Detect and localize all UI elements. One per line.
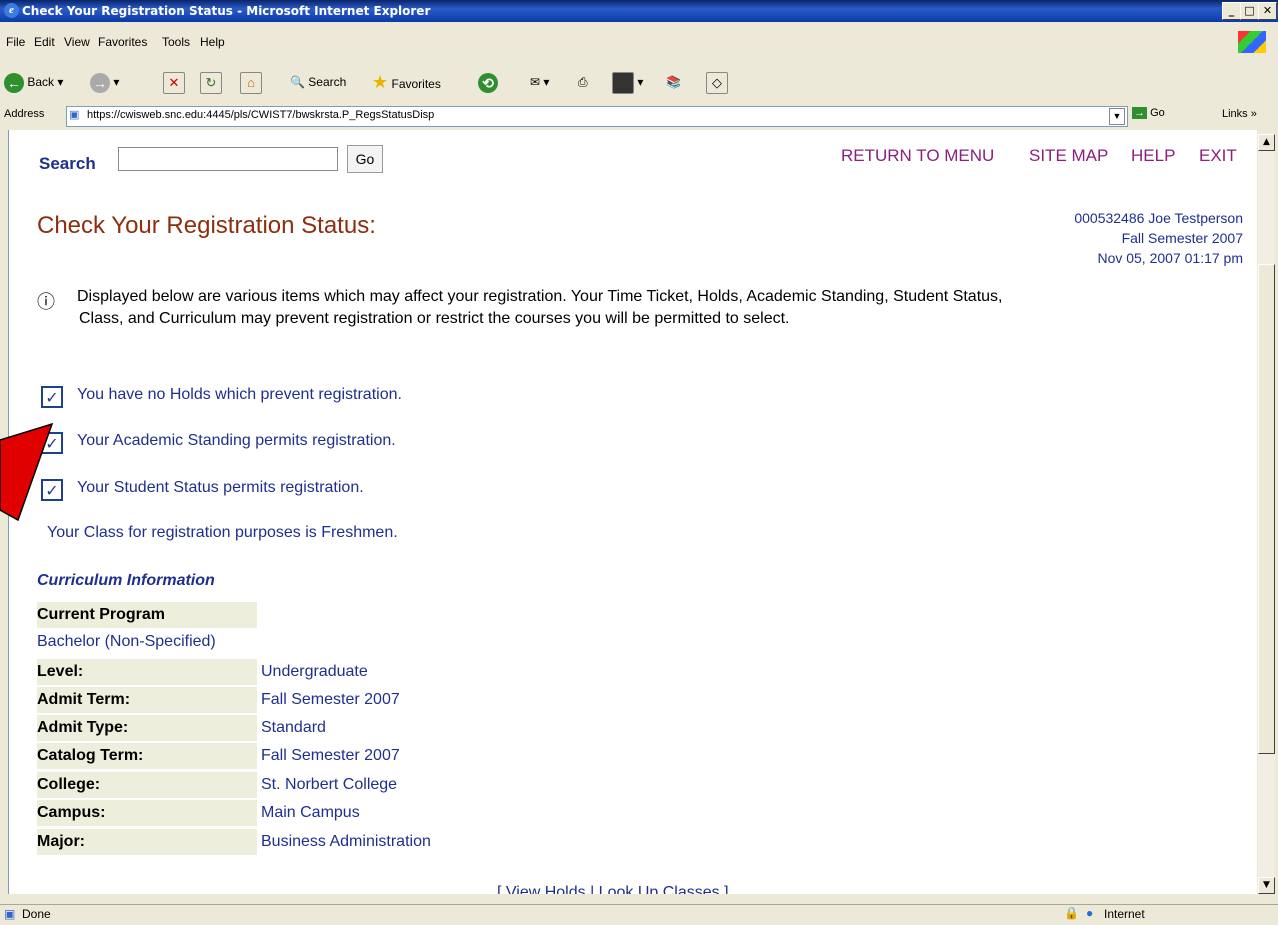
exit-link[interactable]: EXIT (1199, 146, 1237, 166)
info-text-line2: Class, and Curriculum may prevent regist… (79, 310, 790, 327)
help-link[interactable]: HELP (1131, 146, 1175, 166)
admit-type-value: Standard (261, 719, 326, 736)
academic-standing-status: Your Academic Standing permits registrat… (77, 432, 396, 449)
level-label: Level: (37, 659, 257, 685)
holds-status: You have no Holds which prevent registra… (77, 386, 402, 403)
scroll-up-arrow-icon[interactable]: ▲ (1258, 134, 1275, 151)
admit-type-label: Admit Type: (37, 715, 257, 741)
window-title-bar[interactable]: e Check Your Registration Status - Micro… (0, 0, 1278, 22)
admit-term-value: Fall Semester 2007 (261, 691, 400, 708)
zone-text: Internet (1104, 907, 1145, 921)
curriculum-heading: Curriculum Information (37, 572, 215, 589)
class-status: Your Class for registration purposes is … (47, 524, 398, 541)
menu-view[interactable]: View (64, 35, 90, 49)
term-info: Fall Semester 2007 (1121, 230, 1243, 246)
page-content: Search Go RETURN TO MENU SITE MAP HELP E… (8, 130, 1257, 894)
links-button[interactable]: Links » (1222, 108, 1257, 120)
go-arrow-icon: → (1132, 107, 1147, 119)
stop-icon: ✕ (163, 71, 185, 94)
menu-bar: File Edit View Favorites Tools Help (0, 31, 1278, 57)
search-icon: 🔍 (290, 75, 305, 89)
return-to-menu-link[interactable]: RETURN TO MENU (841, 146, 994, 166)
major-label: Major: (37, 829, 257, 855)
history-button[interactable]: ⟲ (478, 70, 498, 94)
mail-button[interactable]: ✉ ▾ (530, 70, 549, 94)
history-icon: ⟲ (478, 72, 498, 93)
star-icon: ★ (372, 72, 389, 92)
search-label: Search (39, 154, 96, 173)
refresh-button[interactable]: ↻ (200, 70, 222, 94)
red-arrow-annotation (0, 422, 54, 522)
favorites-button[interactable]: ★ Favorites (372, 70, 441, 94)
address-label: Address (4, 108, 45, 120)
info-text-line1: Displayed below are various items which … (77, 288, 1003, 305)
globe-icon: ● (1086, 906, 1094, 920)
menu-edit[interactable]: Edit (34, 35, 55, 49)
toolbar: ← Back ▾ → ▾ ✕ ↻ ⌂ 🔍 Search ★ Favorites … (0, 60, 1278, 100)
level-value: Undergraduate (261, 663, 368, 680)
home-button[interactable]: ⌂ (240, 70, 262, 94)
address-url: https://cwisweb.snc.edu:4445/pls/CWIST7/… (87, 109, 435, 121)
back-button[interactable]: ← Back ▾ (4, 70, 63, 94)
program-value: Bachelor (Non-Specified) (37, 633, 216, 650)
go-button[interactable]: → Go (1132, 107, 1165, 119)
search-button[interactable]: 🔍 Search (290, 70, 346, 94)
info-icon: ⓘ (37, 292, 55, 312)
menu-help[interactable]: Help (200, 35, 225, 49)
address-bar: Address ▣ https://cwisweb.snc.edu:4445/p… (0, 104, 1278, 128)
print-button[interactable]: ⎙ (578, 70, 588, 94)
lock-icon: 🔒 (1064, 906, 1079, 920)
vertical-scrollbar[interactable]: ▲ ▼ (1258, 134, 1275, 894)
windows-logo-icon (1238, 31, 1266, 53)
menu-file[interactable]: File (6, 35, 25, 49)
student-status: Your Student Status permits registration… (77, 479, 364, 496)
page-icon: ▣ (69, 109, 80, 121)
site-map-link[interactable]: SITE MAP (1029, 146, 1108, 166)
window-title: Check Your Registration Status - Microso… (22, 4, 431, 18)
edit-icon (612, 71, 634, 94)
scrollbar-thumb[interactable] (1258, 264, 1275, 754)
status-text: Done (22, 907, 51, 921)
forward-arrow-icon: → (90, 72, 110, 93)
campus-label: Campus: (37, 800, 257, 826)
stop-button[interactable]: ✕ (163, 70, 185, 94)
scroll-down-arrow-icon[interactable]: ▼ (1258, 877, 1275, 894)
admit-term-label: Admit Term: (37, 687, 257, 713)
ie-icon: e (4, 3, 19, 18)
back-arrow-icon: ← (4, 72, 24, 93)
forward-button[interactable]: → ▾ (90, 70, 119, 94)
close-button[interactable]: ✕ (1258, 2, 1277, 20)
major-value: Business Administration (261, 833, 431, 850)
college-label: College: (37, 772, 257, 798)
page-title: Check Your Registration Status: (37, 212, 376, 239)
campus-value: Main Campus (261, 804, 360, 821)
date-info: Nov 05, 2007 01:17 pm (1097, 250, 1243, 266)
home-icon: ⌂ (240, 71, 262, 94)
mail-icon: ✉ (530, 75, 541, 89)
print-icon: ⎙ (578, 75, 588, 89)
minimize-button[interactable]: _ (1222, 2, 1241, 20)
menu-favorites[interactable]: Favorites (98, 35, 147, 49)
search-go-button[interactable]: Go (347, 145, 383, 173)
search-input[interactable] (118, 147, 338, 171)
user-info: 000532486 Joe Testperson (1074, 210, 1243, 226)
menu-tools[interactable]: Tools (162, 35, 190, 49)
status-bar: ▣ Done 🔒 ● Internet (0, 904, 1278, 925)
bottom-links[interactable]: [ View Holds | Look Up Classes ] (497, 884, 729, 894)
research-button[interactable]: 📚 (666, 70, 681, 94)
messenger-button[interactable]: ◇ (706, 70, 728, 94)
catalog-term-label: Catalog Term: (37, 743, 257, 769)
address-dropdown-icon[interactable]: ▼ (1109, 108, 1125, 125)
college-value: St. Norbert College (261, 776, 398, 793)
page-icon: ▣ (4, 907, 16, 921)
address-input[interactable]: ▣ https://cwisweb.snc.edu:4445/pls/CWIST… (66, 106, 1128, 127)
messenger-icon: ◇ (706, 71, 728, 94)
current-program-label: Current Program (37, 602, 257, 628)
research-icon: 📚 (666, 75, 681, 89)
refresh-icon: ↻ (200, 71, 222, 94)
maximize-button[interactable]: □ (1240, 2, 1259, 20)
edit-button[interactable]: ▾ (612, 70, 643, 94)
catalog-term-value: Fall Semester 2007 (261, 747, 400, 764)
